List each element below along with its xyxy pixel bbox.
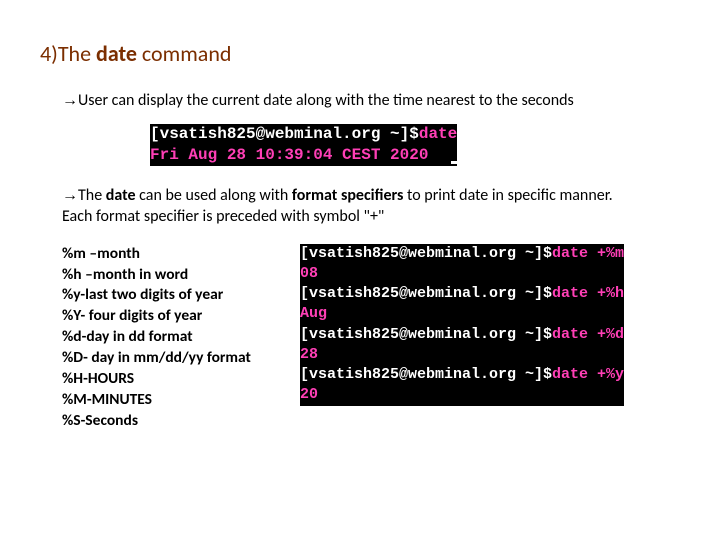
spec-line: %y-last two digits of year bbox=[62, 285, 272, 306]
t1-prompt: [vsatish825@webminal.org ~]$ bbox=[150, 125, 419, 143]
spec-line: %d-day in dd format bbox=[62, 327, 272, 348]
t2-cmd3: date +%d bbox=[552, 326, 624, 343]
t2-out3: 28 bbox=[300, 346, 318, 363]
arrow-icon: → bbox=[62, 92, 78, 109]
arrow-icon: → bbox=[62, 187, 78, 204]
p2-e: to print date in specific manner. bbox=[407, 186, 613, 205]
p2-c: can be used along with bbox=[139, 186, 292, 205]
specifier-list: %m –month %h –month in word %y-last two … bbox=[62, 244, 272, 432]
paragraph-1: →User can display the current date along… bbox=[62, 91, 680, 110]
t2-prompt: [vsatish825@webminal.org ~]$ bbox=[300, 285, 552, 302]
paragraph-2: →The date can be used along with format … bbox=[62, 186, 680, 205]
spec-line: %Y- four digits of year bbox=[62, 306, 272, 327]
terminal-2: [vsatish825@webminal.org ~]$date +%m 08 … bbox=[300, 244, 624, 406]
heading-pre: The bbox=[58, 40, 96, 67]
p2-b: date bbox=[106, 186, 139, 205]
t2-cmd4: date +%y bbox=[552, 366, 624, 383]
t2-prompt: [vsatish825@webminal.org ~]$ bbox=[300, 326, 552, 343]
spec-line: %h –month in word bbox=[62, 265, 272, 286]
t2-prompt: [vsatish825@webminal.org ~]$ bbox=[300, 245, 552, 262]
t1-cmd: date bbox=[419, 125, 457, 143]
spec-line: %H-HOURS bbox=[62, 369, 272, 390]
spec-line: %S-Seconds bbox=[62, 411, 272, 432]
heading-num: 4) bbox=[40, 40, 58, 67]
t2-prompt: [vsatish825@webminal.org ~]$ bbox=[300, 366, 552, 383]
t2-cmd2: date +%h bbox=[552, 285, 624, 302]
heading-post: command bbox=[137, 40, 232, 67]
p2-d: format specifiers bbox=[292, 186, 407, 205]
spec-line: %m –month bbox=[62, 244, 272, 265]
t2-out1: 08 bbox=[300, 265, 318, 282]
t2-out2: Aug bbox=[300, 305, 327, 322]
p1-text: User can display the current date along … bbox=[78, 91, 574, 110]
cursor-icon bbox=[451, 161, 460, 164]
t1-output: Fri Aug 28 10:39:04 CEST 2020 bbox=[150, 146, 428, 164]
p2-a: The bbox=[78, 186, 106, 205]
t2-out4: 20 bbox=[300, 386, 318, 403]
spec-line: %M-MINUTES bbox=[62, 390, 272, 411]
heading-cmd: date bbox=[96, 40, 137, 67]
terminal-1: [vsatish825@webminal.org ~]$date Fri Aug… bbox=[150, 124, 680, 166]
t2-cmd1: date +%m bbox=[552, 245, 624, 262]
paragraph-2-sub: Each format specifier is preceded with s… bbox=[62, 207, 680, 226]
section-heading: 4)The date command bbox=[40, 40, 680, 67]
specifier-row: %m –month %h –month in word %y-last two … bbox=[62, 244, 680, 432]
spec-line: %D- day in mm/dd/yy format bbox=[62, 348, 272, 369]
